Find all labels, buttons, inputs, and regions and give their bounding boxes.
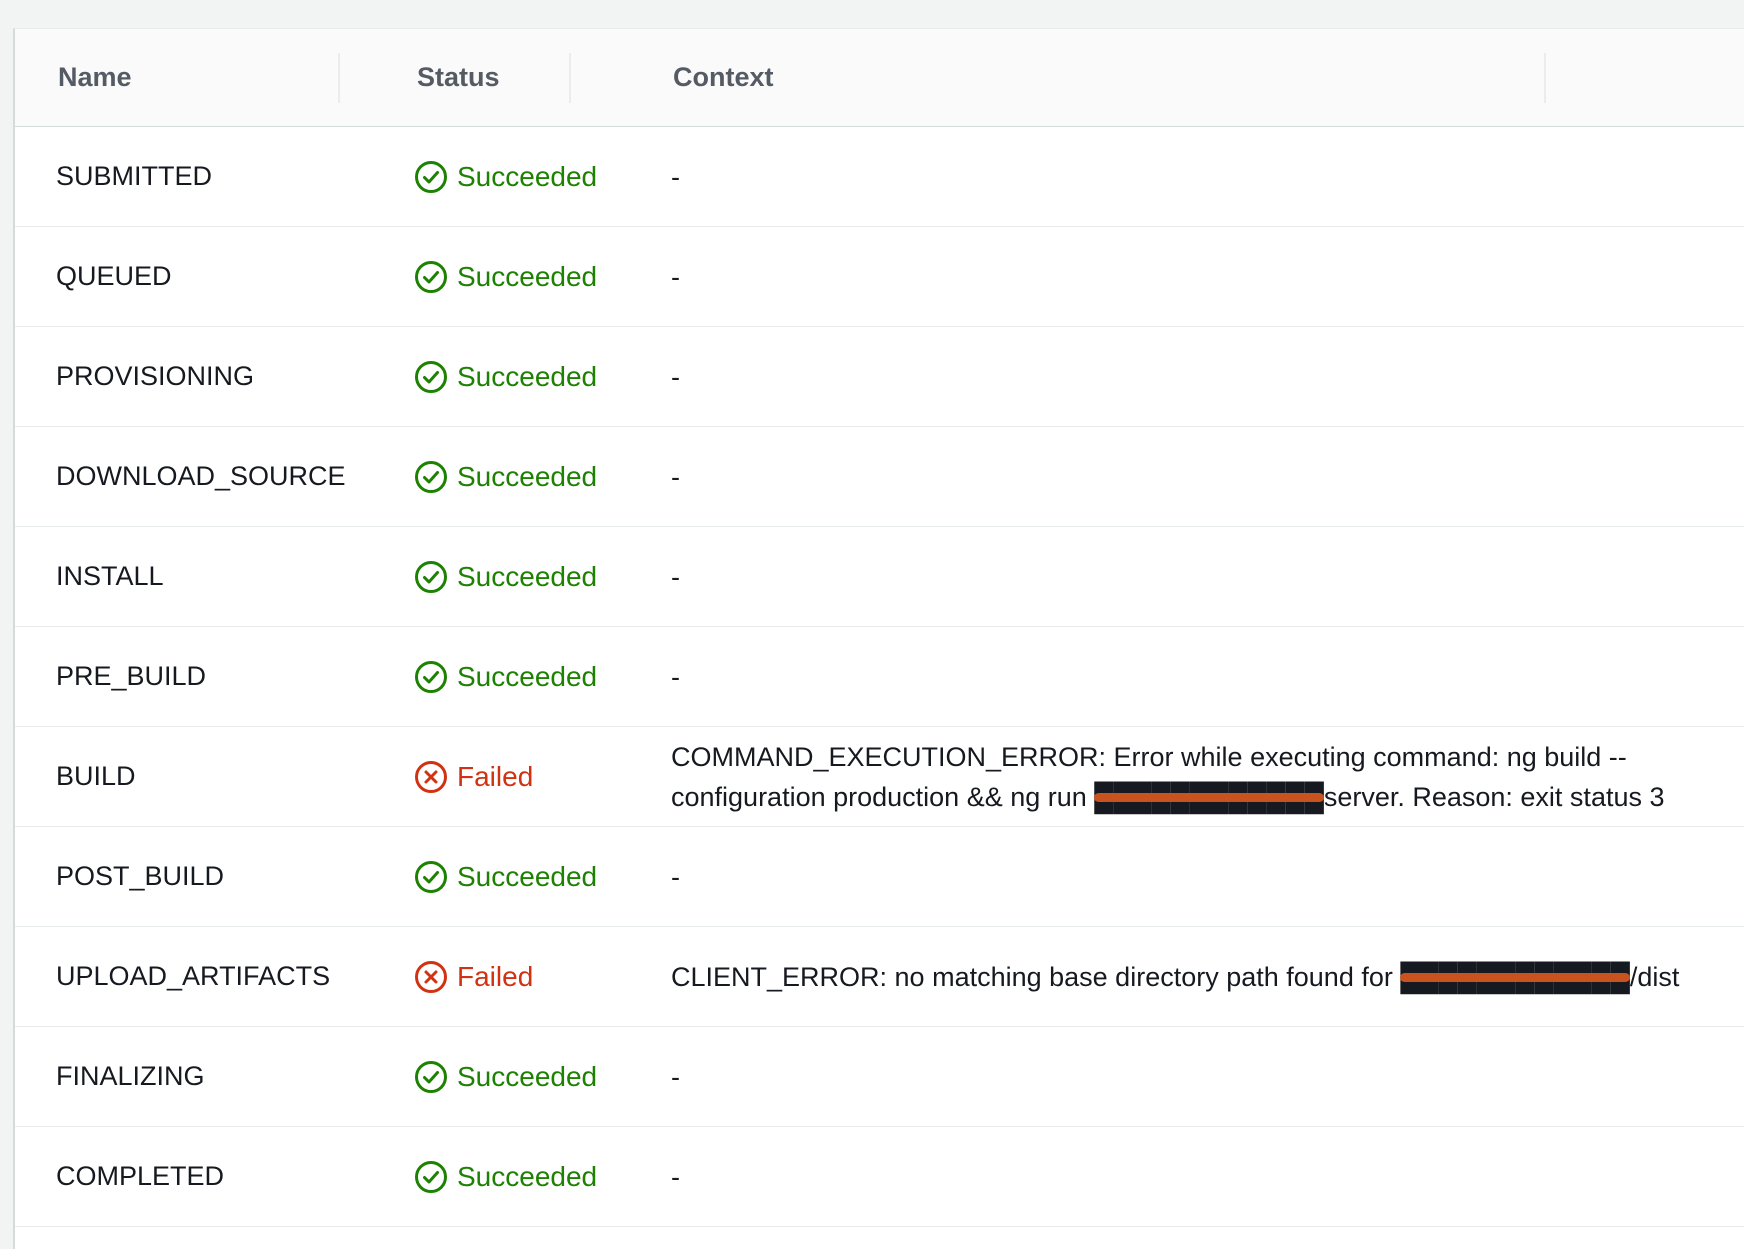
context-text: - [671, 1061, 680, 1092]
redaction-mark [1400, 972, 1630, 982]
check-circle-icon [414, 1160, 448, 1194]
phase-context: - [671, 1127, 1681, 1226]
table-row: BUILD Failed COMMAND_EXECUTION_ERROR: Erro… [15, 727, 1744, 827]
table-row: UPLOAD_ARTIFACTS Failed CLIENT_ERROR: no m… [15, 927, 1744, 1027]
status-indicator: Succeeded [414, 327, 597, 426]
status-indicator: Succeeded [414, 627, 597, 726]
x-circle-icon [414, 960, 448, 994]
table-row: SUBMITTED Succeeded - [15, 127, 1744, 227]
phase-name: FINALIZING [56, 1061, 205, 1091]
table-body: SUBMITTED Succeeded - QUEUED Succeeded - PROVI… [15, 127, 1744, 1227]
redaction-mark [1094, 792, 1324, 802]
context-text: - [671, 461, 680, 492]
context-text: - [671, 1161, 680, 1192]
column-resizer[interactable] [338, 53, 340, 103]
phase-context: - [671, 227, 1681, 326]
check-circle-icon [414, 160, 448, 194]
status-label: Succeeded [457, 460, 598, 492]
context-text: CLIENT_ERROR: no matching base directory… [671, 961, 1680, 992]
status-label: Failed [457, 960, 534, 992]
phase-name: POST_BUILD [56, 861, 225, 891]
column-header-context[interactable]: Context [673, 29, 774, 126]
status-indicator: Succeeded [414, 527, 597, 626]
phase-name: UPLOAD_ARTIFACTS [56, 961, 331, 991]
status-label: Succeeded [457, 260, 598, 292]
phase-name: COMPLETED [56, 1161, 225, 1191]
x-circle-icon [414, 760, 448, 794]
table-row: PROVISIONING Succeeded - [15, 327, 1744, 427]
table-row: QUEUED Succeeded - [15, 227, 1744, 327]
context-text: COMMAND_EXECUTION_ERROR: Error while exe… [671, 741, 1665, 812]
table-row: FINALIZING Succeeded - [15, 1027, 1744, 1127]
phase-context: - [671, 1027, 1681, 1126]
status-label: Succeeded [457, 560, 598, 592]
phase-name: PRE_BUILD [56, 661, 207, 691]
column-resizer[interactable] [1544, 53, 1546, 103]
check-circle-icon [414, 1060, 448, 1094]
context-text: - [671, 661, 680, 692]
context-text: - [671, 361, 680, 392]
check-circle-icon [414, 360, 448, 394]
status-indicator: Succeeded [414, 1027, 597, 1126]
check-circle-icon [414, 460, 448, 494]
check-circle-icon [414, 860, 448, 894]
phase-context: COMMAND_EXECUTION_ERROR: Error while exe… [671, 727, 1681, 826]
check-circle-icon [414, 660, 448, 694]
status-indicator: Succeeded [414, 227, 597, 326]
phase-name: DOWNLOAD_SOURCE [56, 461, 346, 491]
status-label: Succeeded [457, 360, 598, 392]
status-indicator: Succeeded [414, 127, 597, 226]
table-row: POST_BUILD Succeeded - [15, 827, 1744, 927]
status-indicator: Failed [414, 727, 533, 826]
status-label: Succeeded [457, 1060, 598, 1092]
phase-context: - [671, 527, 1681, 626]
phase-name: PROVISIONING [56, 361, 255, 391]
phase-context: - [671, 327, 1681, 426]
column-header-name[interactable]: Name [58, 29, 132, 126]
status-label: Succeeded [457, 660, 598, 692]
phase-name: QUEUED [56, 261, 172, 291]
phase-context: - [671, 427, 1681, 526]
context-text: - [671, 261, 680, 292]
context-text: - [671, 561, 680, 592]
table-row: PRE_BUILD Succeeded - [15, 627, 1744, 727]
table-row: COMPLETED Succeeded - [15, 1127, 1744, 1227]
status-indicator: Succeeded [414, 1127, 597, 1226]
status-indicator: Succeeded [414, 827, 597, 926]
phase-name: SUBMITTED [56, 161, 213, 191]
table-row: INSTALL Succeeded - [15, 527, 1744, 627]
status-label: Succeeded [457, 160, 598, 192]
phase-context: - [671, 827, 1681, 926]
column-resizer[interactable] [569, 53, 571, 103]
status-label: Succeeded [457, 1160, 598, 1192]
column-header-status[interactable]: Status [417, 29, 500, 126]
status-indicator: Failed [414, 927, 533, 1026]
context-text: - [671, 161, 680, 192]
check-circle-icon [414, 260, 448, 294]
context-text: - [671, 861, 680, 892]
table-header: Name Status Context [15, 29, 1744, 127]
status-label: Failed [457, 760, 534, 792]
table-row: DOWNLOAD_SOURCE Succeeded - [15, 427, 1744, 527]
status-label: Succeeded [457, 860, 598, 892]
phase-details-panel: Name Status Context SUBMITTED Succeeded - Q… [13, 28, 1744, 1249]
phase-context: - [671, 127, 1681, 226]
status-indicator: Succeeded [414, 427, 597, 526]
check-circle-icon [414, 560, 448, 594]
phase-name: INSTALL [56, 561, 164, 591]
phase-name: BUILD [56, 761, 136, 791]
phase-context: - [671, 627, 1681, 726]
phase-context: CLIENT_ERROR: no matching base directory… [671, 927, 1681, 1026]
